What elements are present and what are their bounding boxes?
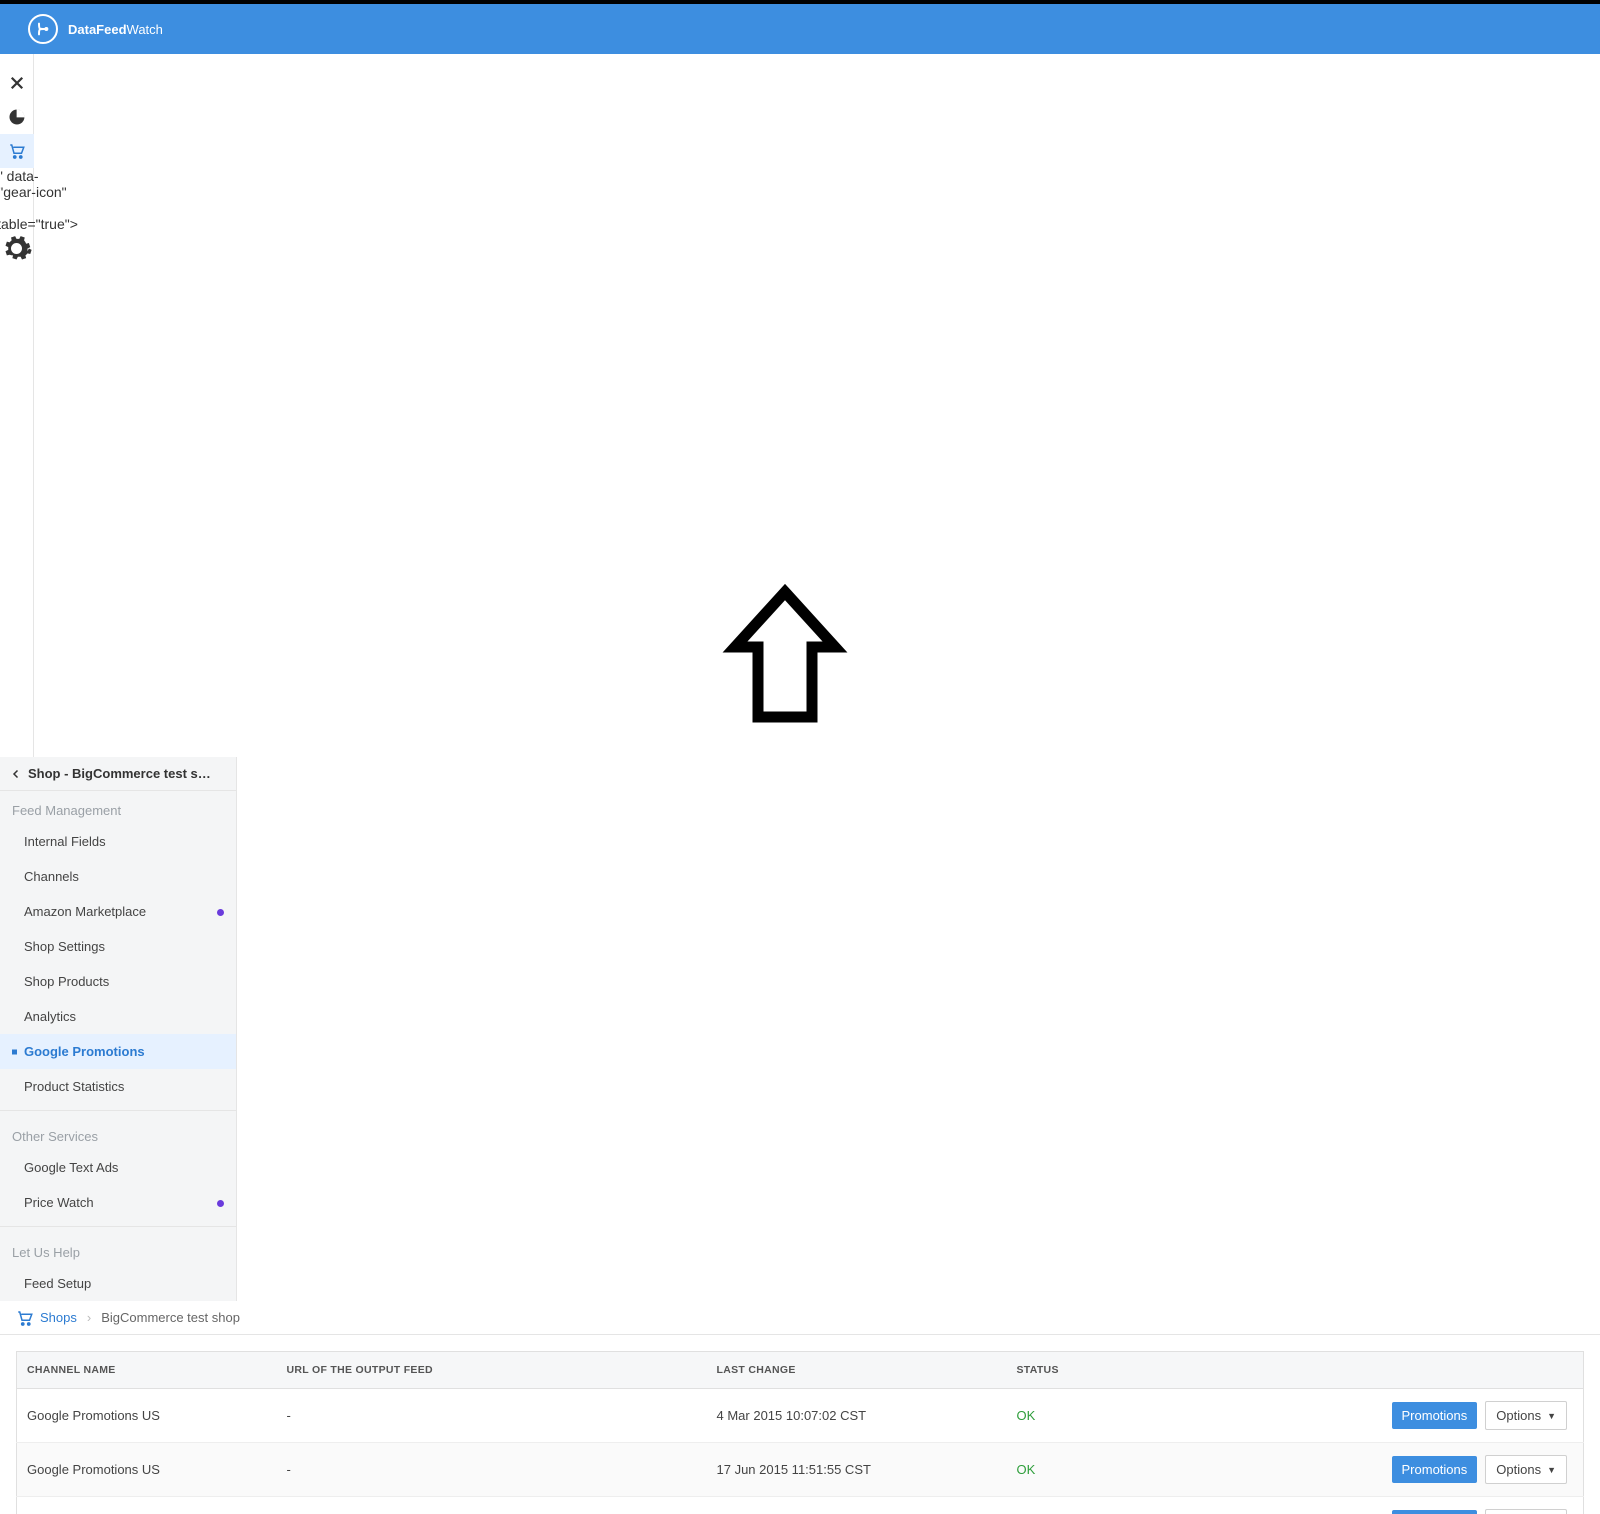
sidebar-item-shop-settings[interactable]: Shop Settings [0,929,236,964]
sidebar-item-label: Feed Setup [24,1276,91,1291]
chevron-left-icon [8,768,24,780]
sidebar-divider [0,1110,236,1111]
promotions-button[interactable]: Promotions [1392,1510,1478,1514]
col-header-channel: CHANNEL NAME [17,1352,277,1389]
cart-icon [16,1309,34,1327]
cell-status: OK [1007,1389,1087,1443]
sidebar-item-feed-setup[interactable]: Feed Setup [0,1266,236,1301]
cell-actions: Promotions Options▼ [1087,1389,1584,1443]
sidebar-item-label: Channels [24,869,79,884]
sidebar-item-google-text-ads[interactable]: Google Text Ads [0,1150,236,1185]
table-row: Google Promotions US-4 Mar 2015 10:07:02… [17,1389,1584,1443]
brand-logo[interactable]: DataFeedWatch [28,14,163,44]
iconbar: ="iitem" data-name="gear-icon" data-inte… [0,54,34,757]
sidebar-item-label: Product Statistics [24,1079,124,1094]
sidebar-item-internal-fields[interactable]: Internal Fields [0,824,236,859]
sidebar-item-channels[interactable]: Channels [0,859,236,894]
sidebar-item-label: Shop Settings [24,939,105,954]
sidebar-item-shop-products[interactable]: Shop Products [0,964,236,999]
col-header-last-change: LAST CHANGE [707,1352,1007,1389]
sidebar-section-other-services: Other Services [0,1117,236,1150]
col-header-url: URL OF THE OUTPUT FEED [277,1352,707,1389]
sidebar-item-label: Google Promotions [24,1044,145,1059]
cell-channel-name: Google Promotions US [17,1443,277,1497]
cell-channel-name: Google Promotions US [17,1389,277,1443]
sidebar-item-product-statistics[interactable]: Product Statistics [0,1069,236,1104]
brand-name: DataFeedWatch [68,22,163,37]
sidebar-header-title: Shop - BigCommerce test s… [28,766,211,781]
notification-dot [217,1200,224,1207]
breadcrumb: Shops › BigCommerce test shop [0,1301,1600,1335]
cell-last-change: 4 Mar 2015 10:07:02 CST [707,1389,1007,1443]
sidebar-item-price-watch[interactable]: Price Watch [0,1185,236,1220]
sidebar-item-label: Price Watch [24,1195,94,1210]
caret-down-icon: ▼ [1547,1411,1556,1421]
breadcrumb-separator: › [87,1310,91,1325]
cell-actions: Promotions Options▼ [1087,1497,1584,1514]
logo-icon [28,14,58,44]
col-header-status: STATUS [1007,1352,1087,1389]
cell-status: OK [1007,1497,1087,1514]
promotions-button[interactable]: Promotions [1392,1402,1478,1429]
cell-feed-url: - [277,1443,707,1497]
col-header-actions [1087,1352,1584,1389]
table-row: Google Promotions US-17 Jun 2015 11:51:5… [17,1443,1584,1497]
sidebar-item-label: Shop Products [24,974,109,989]
app-header: DataFeedWatch [0,4,1600,54]
cell-last-change: 2 Oct 2015 08:07:02 CST [707,1497,1007,1514]
cell-feed-url: - [277,1389,707,1443]
main-content: Shops › BigCommerce test shop CHANNEL NA… [0,1301,1600,1514]
sidebar-section-let-us-help: Let Us Help [0,1233,236,1266]
cart-icon[interactable] [0,134,34,168]
sidebar-item-analytics[interactable]: Analytics [0,999,236,1034]
options-button[interactable]: Options▼ [1485,1455,1567,1484]
breadcrumb-shops-label: Shops [40,1310,77,1325]
cell-status: OK [1007,1443,1087,1497]
notification-dot [217,909,224,916]
cell-last-change: 17 Jun 2015 11:51:55 CST [707,1443,1007,1497]
options-button[interactable]: Options▼ [1485,1509,1567,1514]
sidebar-item-amazon-marketplace[interactable]: Amazon Marketplace [0,894,236,929]
sidebar-item-google-promotions[interactable]: Google Promotions [0,1034,236,1069]
sidebar-item-label: Analytics [24,1009,76,1024]
promotions-table: CHANNEL NAME URL OF THE OUTPUT FEED LAST… [16,1351,1584,1514]
sidebar-item-label: Internal Fields [24,834,106,849]
sidebar-section-feed-management: Feed Management [0,791,236,824]
cell-channel-name: Google Promotions BE [17,1497,277,1514]
sidebar-item-label: Google Text Ads [24,1160,118,1175]
sidebar-item-label: Amazon Marketplace [24,904,146,919]
caret-down-icon: ▼ [1547,1465,1556,1475]
table-row: Google Promotions BE-2 Oct 2015 08:07:02… [17,1497,1584,1514]
sidebar-back-button[interactable]: Shop - BigCommerce test s… [0,757,236,791]
cell-actions: Promotions Options▼ [1087,1443,1584,1497]
cell-feed-url: - [277,1497,707,1514]
breadcrumb-current: BigCommerce test shop [101,1310,240,1325]
promotions-button[interactable]: Promotions [1392,1456,1478,1483]
sidebar: Shop - BigCommerce test s… Feed Manageme… [0,757,237,1301]
pie-chart-icon[interactable] [0,100,34,134]
breadcrumb-shops-link[interactable]: Shops [16,1309,77,1327]
sidebar-divider [0,1226,236,1227]
close-icon[interactable] [0,66,34,100]
options-button[interactable]: Options▼ [1485,1401,1567,1430]
